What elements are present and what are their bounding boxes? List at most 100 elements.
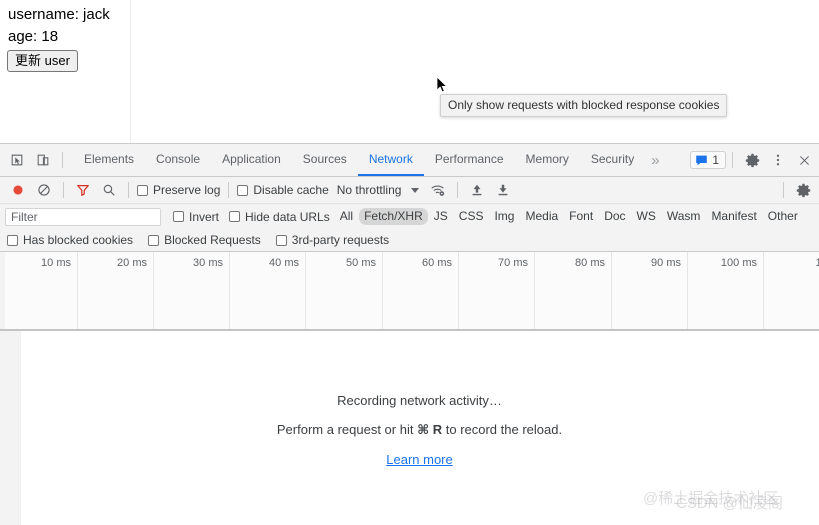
timeline-cell: 70 ms — [459, 252, 535, 329]
devtools-left-icons — [0, 147, 69, 173]
update-user-button[interactable]: 更新 user — [7, 50, 78, 72]
third-party-requests-checkbox[interactable]: 3rd-party requests — [274, 233, 391, 247]
devtools-panel: Elements Console Application Sources Net… — [0, 143, 819, 525]
message-count: 1 — [712, 153, 719, 167]
devtools-tabbar: Elements Console Application Sources Net… — [0, 144, 819, 177]
timeline-tick-label: 10 ms — [41, 257, 71, 269]
timeline-cell: 90 ms — [612, 252, 688, 329]
device-toolbar-icon[interactable] — [30, 147, 56, 173]
hide-data-urls-checkbox[interactable]: Hide data URLs — [227, 210, 332, 224]
timeline-tick-label: 20 ms — [117, 257, 147, 269]
timeline-tick-label: 40 ms — [269, 257, 299, 269]
tab-network[interactable]: Network — [357, 144, 424, 176]
mouse-cursor-icon — [436, 76, 448, 93]
tab-overflow-chevron-icon[interactable]: » — [645, 144, 665, 176]
disable-cache-box — [237, 184, 249, 196]
timeline-cell: 100 ms — [688, 252, 764, 329]
empty-state-subtitle-before: Perform a request or hit — [276, 422, 418, 437]
timeline-cell: 60 ms — [383, 252, 459, 329]
timeline-tick-label: 30 ms — [193, 257, 223, 269]
timeline-cell: 40 ms — [230, 252, 306, 329]
timeline-cell: 80 ms — [535, 252, 612, 329]
invert-checkbox[interactable]: Invert — [171, 210, 221, 224]
record-button[interactable] — [5, 177, 31, 203]
empty-state-subtitle: Perform a request or hit ⌘ R to record t… — [277, 422, 562, 438]
tabbar-separator — [62, 152, 63, 168]
hide-data-urls-box — [229, 211, 241, 222]
invert-label: Invert — [189, 209, 220, 224]
toolbar-separator-3 — [228, 182, 230, 198]
blocked-requests-label: Blocked Requests — [164, 233, 261, 247]
tab-memory[interactable]: Memory — [515, 144, 580, 176]
has-blocked-cookies-checkbox[interactable]: Has blocked cookies — [5, 233, 135, 247]
close-devtools-icon[interactable] — [791, 147, 817, 173]
tab-security[interactable]: Security — [580, 144, 645, 176]
empty-state: Recording network activity… Perform a re… — [20, 331, 819, 525]
tab-performance[interactable]: Performance — [424, 144, 515, 176]
page-viewport: username: jack age: 18 更新 user Only show… — [0, 0, 819, 143]
third-party-requests-label: 3rd-party requests — [291, 233, 390, 247]
network-toolbar-right — [777, 177, 819, 203]
type-filter-all[interactable]: All — [335, 208, 358, 225]
timeline-tick-label: 70 ms — [498, 257, 528, 269]
learn-more-link[interactable]: Learn more — [386, 452, 452, 467]
network-conditions-icon[interactable] — [425, 177, 451, 203]
tooltip-text: Only show requests with blocked response… — [448, 98, 720, 112]
settings-gear-icon[interactable] — [739, 147, 765, 173]
throttling-dropdown[interactable]: No throttling — [337, 183, 420, 197]
tabbar-right-separator — [732, 152, 733, 168]
export-har-icon[interactable] — [490, 177, 516, 203]
chevron-down-icon — [411, 187, 420, 193]
preserve-log-checkbox[interactable]: Preserve log — [135, 183, 222, 197]
filter-input[interactable] — [5, 207, 161, 226]
search-icon[interactable] — [96, 177, 122, 203]
tab-console[interactable]: Console — [145, 144, 211, 176]
network-timeline-overview[interactable]: 10 ms 20 ms 30 ms 40 ms 50 ms 60 ms 70 m… — [0, 252, 819, 331]
devtools-tab-list: Elements Console Application Sources Net… — [73, 144, 666, 176]
shortcut-keys: ⌘ R — [417, 422, 443, 437]
tooltip: Only show requests with blocked response… — [440, 94, 728, 117]
timeline-tick-label: 90 ms — [651, 257, 681, 269]
type-filter-fetch-xhr[interactable]: Fetch/XHR — [359, 208, 428, 225]
type-filter-doc[interactable]: Doc — [599, 208, 630, 225]
timeline-tick-label: 50 ms — [346, 257, 376, 269]
type-filter-img[interactable]: Img — [489, 208, 519, 225]
toolbar-separator-4 — [457, 182, 459, 198]
hide-data-urls-label: Hide data URLs — [245, 209, 330, 224]
username-text: username: jack — [8, 6, 110, 23]
timeline-tick-label: 100 ms — [720, 257, 757, 269]
preserve-log-label: Preserve log — [153, 183, 221, 197]
timeline-tick-label: 60 ms — [422, 257, 452, 269]
type-filter-wasm[interactable]: Wasm — [662, 208, 706, 225]
tab-application[interactable]: Application — [211, 144, 292, 176]
page-content-divider — [130, 0, 131, 143]
type-filter-media[interactable]: Media — [520, 208, 563, 225]
type-filter-font[interactable]: Font — [564, 208, 598, 225]
toolbar-separator-1 — [63, 182, 64, 198]
type-filter-ws[interactable]: WS — [632, 208, 661, 225]
type-filter-js[interactable]: JS — [429, 208, 453, 225]
more-options-icon[interactable] — [765, 147, 791, 173]
type-filter-manifest[interactable]: Manifest — [706, 208, 761, 225]
disable-cache-label: Disable cache — [253, 183, 329, 197]
timeline-cell: 30 ms — [154, 252, 230, 329]
devtools-tabbar-right: 1 — [690, 147, 819, 173]
timeline-cell: 50 ms — [306, 252, 383, 329]
message-count-badge[interactable]: 1 — [690, 151, 726, 169]
clear-button[interactable] — [31, 177, 57, 203]
type-filter-css[interactable]: CSS — [454, 208, 489, 225]
disable-cache-checkbox[interactable]: Disable cache — [235, 183, 330, 197]
toolbar-separator-2 — [128, 182, 129, 198]
invert-box — [173, 211, 184, 222]
network-toolbar: Preserve log Disable cache No throttling — [0, 177, 819, 204]
blocked-requests-checkbox[interactable]: Blocked Requests — [146, 233, 263, 247]
filter-toggle-icon[interactable] — [70, 177, 96, 203]
timeline-tick-label: 110 — [815, 257, 819, 269]
tab-elements[interactable]: Elements — [73, 144, 145, 176]
third-party-requests-box — [275, 234, 287, 246]
network-settings-gear-icon[interactable] — [790, 177, 816, 203]
type-filter-other[interactable]: Other — [763, 208, 803, 225]
inspect-element-icon[interactable] — [4, 147, 30, 173]
tab-sources[interactable]: Sources — [292, 144, 358, 176]
import-har-icon[interactable] — [464, 177, 490, 203]
